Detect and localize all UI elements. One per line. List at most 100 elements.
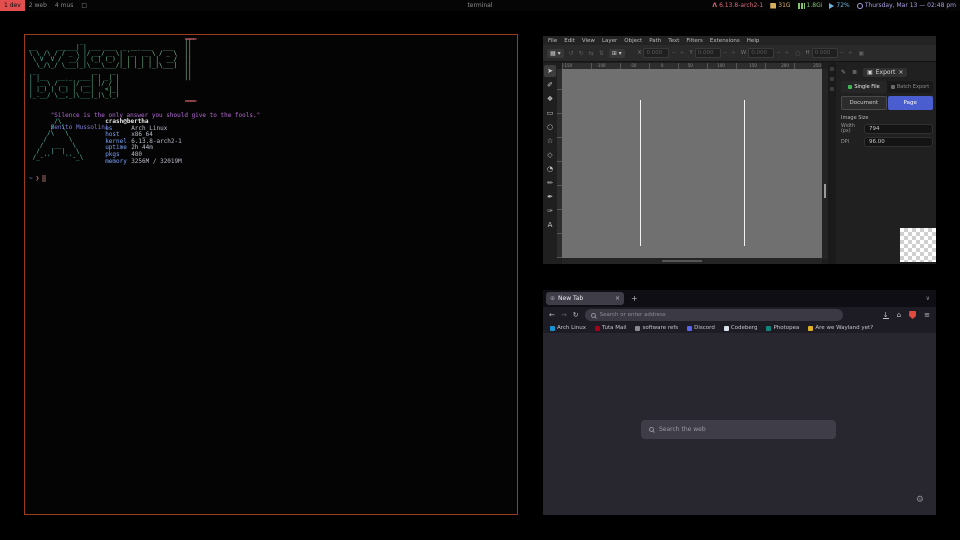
url-bar[interactable]: Search or enter address [585,309,843,321]
personalize-gear-icon[interactable]: ⚙ [916,495,924,505]
snap-option-icon[interactable] [830,87,834,91]
box-3d-tool[interactable]: ◇ [544,149,556,161]
spiral-tool[interactable]: ◔ [544,163,556,175]
new-tab-button[interactable]: + [631,294,638,303]
text-tool[interactable]: A [544,219,556,231]
dpi-input[interactable]: 96.00 [864,137,933,147]
export-target-button[interactable]: Document [841,96,887,110]
export-mode-icon [848,85,852,89]
browser-window: ⊕ New Tab × + ∨ ← → ↻ Search or enter ad… [543,290,936,515]
search-icon [649,427,654,432]
system-fetch: /\ / \ /\ \ / \ / __ \ / | | \ /_-'' ''-… [29,119,182,165]
menu-item[interactable]: Edit [564,38,575,44]
inkscape-toolbox: ➤ ✐ ❖ ▭ ○ ☆ [543,63,557,264]
scrollbar-thumb[interactable] [824,184,826,198]
rotate-cw-icon[interactable]: ↻ [579,50,584,57]
reload-icon[interactable]: ↻ [573,311,579,319]
bookmark-item[interactable]: Are we Wayland yet? [808,325,873,331]
snap-option-icon[interactable] [830,67,834,71]
disk-icon [770,3,776,9]
scale-options-icon[interactable]: ▣ [859,50,865,57]
shape-builder-tool[interactable]: ❖ [544,93,556,105]
rotate-ccw-icon[interactable]: ↺ [569,50,574,57]
bookmark-item[interactable]: software refs [635,325,678,331]
star-tool[interactable]: ☆ [544,135,556,147]
menu-item[interactable]: Text [668,38,679,44]
stepper-buttons[interactable]: − + [840,50,854,56]
export-mode-tab[interactable]: Single File [841,81,887,93]
export-preview-checkerboard [900,228,936,262]
globe-icon: ⊕ [550,295,555,302]
selector-mode-dropdown[interactable]: ▦ ▾ [547,49,564,58]
folder-icon [635,326,640,331]
export-panel-tab[interactable]: ▣ Export × [863,68,907,77]
lock-ratio-icon[interactable]: ○ [795,50,800,57]
coordinate-field[interactable]: W 0.000 − + [741,48,790,58]
scrollbar-thumb[interactable] [662,260,702,262]
layers-panel-icon[interactable]: ≣ [852,69,857,76]
selector-tool[interactable]: ➤ [544,65,556,77]
shell-prompt[interactable]: ~ ❯ [29,175,46,182]
active-tab[interactable]: ⊕ New Tab × [546,292,624,305]
inkscape-dock: ✎ ≣ ▣ Export × Single File Ba [836,63,936,264]
exclamation-cap-bottom: ════ [185,99,195,105]
stepper-buttons[interactable]: − + [723,50,737,56]
export-target-button[interactable]: Page [888,96,934,110]
width-input[interactable]: 794 [864,124,933,134]
close-tab-icon[interactable]: × [898,69,903,76]
home-icon[interactable]: ⌂ [897,311,901,319]
exclamation-cap-top: ════ [185,37,195,43]
coordinate-field-h[interactable]: H 0.000 − + [805,48,853,58]
menu-item[interactable]: Filters [686,38,703,44]
new-tab-page: Search the web ⚙ [543,333,936,515]
close-tab-icon[interactable]: × [615,295,620,302]
back-icon[interactable]: ← [549,311,555,319]
tab-list-chevron-icon[interactable]: ∨ [926,295,930,302]
bookmarks-bar: Arch Linux Tuta Mail software refs Disco… [543,323,936,333]
node-tool[interactable]: ✐ [544,79,556,91]
image-size-label: Image Size [841,115,933,121]
snap-toolbar [828,63,836,264]
pencil-tool[interactable]: ✏ [544,177,556,189]
snap-option-icon[interactable] [830,77,834,81]
pen-tool[interactable]: ✒ [544,191,556,203]
bookmark-item[interactable]: Discord [687,325,715,331]
menu-item[interactable]: Object [624,38,642,44]
menu-item[interactable]: Path [649,38,661,44]
export-icon: ▣ [867,69,873,76]
web-search-box[interactable]: Search the web [641,420,836,439]
flip-horizontal-icon[interactable]: ⇆ [589,50,594,57]
url-placeholder: Search or enter address [600,312,666,318]
menu-item[interactable]: Extensions [710,38,740,44]
coordinate-field[interactable]: Y 0.000 − + [689,48,736,58]
inkscape-menubar: File Edit View Layer Object Path Text Fi… [543,36,936,45]
downloads-icon[interactable]: ↓ [883,312,889,319]
discord-favicon [687,326,692,331]
snap-dropdown[interactable]: ⊞ ▾ [609,49,625,58]
photopea-favicon [766,326,771,331]
canvas-horizontal-scrollbar[interactable] [562,258,822,264]
menu-icon[interactable]: ≡ [924,311,930,319]
ublock-origin-icon[interactable] [909,311,916,319]
menu-item[interactable]: Help [747,38,760,44]
export-mode-icon [891,85,895,89]
rectangle-tool[interactable]: ▭ [544,107,556,119]
menu-item[interactable]: View [582,38,595,44]
objects-panel-icon[interactable]: ✎ [841,69,846,76]
focused-window-title: terminal [0,2,960,9]
calligraphy-tool[interactable]: ✑ [544,205,556,217]
stepper-buttons[interactable]: − + [671,50,685,56]
flip-vertical-icon[interactable]: ⇅ [599,50,604,57]
inkscape-canvas[interactable] [562,69,822,259]
bookmark-item[interactable]: Tuta Mail [595,325,626,331]
coordinate-field[interactable]: X 0.000 − + [638,48,686,58]
bookmark-item[interactable]: Photopea [766,325,799,331]
bookmark-item[interactable]: Codeberg [724,325,758,331]
export-mode-tab[interactable]: Batch Export [887,81,933,93]
bookmark-item[interactable]: Arch Linux [550,325,586,331]
menu-item[interactable]: Layer [602,38,617,44]
ellipse-tool[interactable]: ○ [544,121,556,133]
stepper-buttons[interactable]: − + [776,50,790,56]
menu-item[interactable]: File [548,38,557,44]
forward-icon[interactable]: → [561,311,567,319]
